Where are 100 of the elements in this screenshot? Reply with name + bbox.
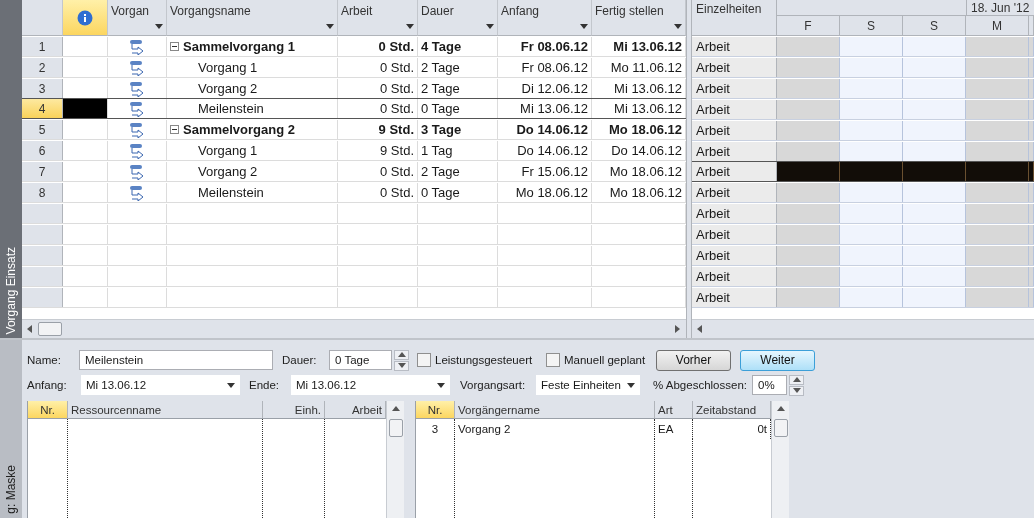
dropdown-caret-icon[interactable] (437, 382, 445, 388)
task-bar-arrow-icon (128, 163, 146, 180)
duration-column-header[interactable]: Dauer (418, 0, 498, 36)
scroll-thumb[interactable] (773, 419, 788, 437)
row-number[interactable]: 3 (22, 79, 63, 98)
task-bar-arrow-icon (128, 38, 146, 55)
horizontal-scrollbar[interactable] (22, 319, 686, 338)
details-cell: Arbeit (692, 79, 777, 98)
scroll-up-icon[interactable] (391, 405, 400, 413)
percent-spinner[interactable] (789, 375, 804, 395)
task-name-cell: Sammelvorgang 1 (167, 37, 338, 56)
vertical-scrollbar[interactable] (386, 401, 404, 518)
duration-cell: 0 Tage (418, 99, 498, 118)
collapse-icon[interactable] (170, 125, 179, 134)
duration-cell: 2 Tage (418, 162, 498, 181)
checkbox-label: Leistungsgesteuert (435, 354, 533, 366)
finish-column-header[interactable]: Fertig stellen (592, 0, 686, 36)
day-header (1029, 16, 1034, 36)
dropdown-caret-icon[interactable] (155, 24, 163, 29)
mode-column-header[interactable]: Vorgan (108, 0, 167, 36)
dropdown-caret-icon[interactable] (627, 382, 635, 388)
dropdown-caret-icon[interactable] (406, 24, 414, 29)
finish-date-dropdown[interactable]: Mi 13.06.12 (291, 375, 450, 395)
task-bar-arrow-icon (128, 100, 146, 117)
name-column-header[interactable]: Vorgangsname (167, 0, 338, 36)
task-name-cell: Vorgang 1 (167, 58, 338, 77)
details-cell: Arbeit (692, 246, 777, 265)
dropdown-caret-icon[interactable] (326, 24, 334, 29)
column-header: Nr. (416, 401, 455, 419)
row-number[interactable]: 8 (22, 183, 63, 202)
next-button[interactable]: Weiter (740, 349, 815, 371)
row-header[interactable] (22, 267, 63, 286)
table-cell: Vorgang 2 (455, 419, 655, 439)
start-label: Anfang: (27, 379, 68, 391)
previous-button[interactable]: Vorher (656, 349, 731, 371)
details-cell: Arbeit (692, 121, 777, 140)
details-cell: Arbeit (692, 58, 777, 77)
info-icon (77, 9, 93, 26)
start-column-header[interactable]: Anfang (498, 0, 592, 36)
details-cell: Arbeit (692, 37, 777, 56)
details-cell: Arbeit (692, 183, 777, 202)
dropdown-caret-icon[interactable] (580, 24, 588, 29)
collapse-icon[interactable] (170, 42, 179, 51)
row-header[interactable] (22, 288, 63, 307)
details-cell: Arbeit (692, 267, 777, 286)
row-number[interactable]: 5 (22, 120, 63, 139)
row-number[interactable]: 7 (22, 162, 63, 181)
scroll-thumb[interactable] (38, 322, 62, 336)
duration-cell: 2 Tage (418, 79, 498, 98)
row-header[interactable] (22, 225, 63, 244)
column-header: Zeitabstand (693, 401, 771, 419)
vertical-scrollbar[interactable] (771, 401, 789, 518)
start-date-cell: Di 12.06.12 (498, 79, 592, 98)
task-type-dropdown[interactable]: Feste Einheiten (536, 375, 640, 395)
task-name-cell: Vorgang 2 (167, 79, 338, 98)
task-name-cell: Sammelvorgang 2 (167, 120, 338, 139)
scroll-thumb[interactable] (388, 419, 403, 437)
work-cell: 0 Std. (338, 58, 418, 77)
day-header: F (777, 16, 840, 36)
dropdown-caret-icon[interactable] (674, 24, 682, 29)
row-number[interactable]: 6 (22, 141, 63, 160)
dropdown-caret-icon[interactable] (227, 382, 235, 388)
row-number[interactable]: 2 (22, 58, 63, 77)
scroll-left-icon[interactable] (26, 325, 34, 333)
column-header: Ressourcenname (68, 401, 263, 419)
checkbox[interactable] (417, 353, 431, 367)
scroll-right-icon[interactable] (674, 325, 682, 333)
duration-input[interactable]: 0 Tage (329, 350, 392, 370)
row-header[interactable] (22, 246, 63, 265)
column-header: Arbeit (325, 401, 386, 419)
row-number[interactable]: 4 (22, 99, 63, 118)
start-date-dropdown[interactable]: Mi 13.06.12 (81, 375, 240, 395)
details-cell: Arbeit (692, 142, 777, 161)
name-label: Name: (27, 354, 62, 366)
percent-complete-input[interactable]: 0% (752, 375, 787, 395)
checkbox[interactable] (546, 353, 560, 367)
task-bar-arrow-icon (128, 59, 146, 76)
spin-down-icon[interactable] (792, 387, 801, 395)
row-header[interactable] (22, 204, 63, 223)
column-header: Vorgängername (455, 401, 655, 419)
work-column-header[interactable]: Arbeit (338, 0, 418, 36)
scroll-up-icon[interactable] (776, 405, 785, 413)
table-cell: 3 (416, 419, 455, 439)
timescale-label: 18. Jun '12 (966, 0, 1034, 16)
spin-up-icon[interactable] (397, 351, 406, 359)
dropdown-caret-icon[interactable] (486, 24, 494, 29)
duration-cell: 0 Tage (418, 183, 498, 202)
task-name-cell: Vorgang 1 (167, 141, 338, 160)
day-header: M (966, 16, 1029, 36)
start-date-cell: Do 14.06.12 (498, 141, 592, 160)
duration-spinner[interactable] (394, 350, 409, 370)
spin-up-icon[interactable] (792, 376, 801, 384)
corner-header[interactable] (22, 0, 63, 36)
table-cell: EA (655, 419, 693, 439)
name-input[interactable]: Meilenstein (79, 350, 273, 370)
spin-down-icon[interactable] (397, 362, 406, 370)
row-number[interactable]: 1 (22, 37, 63, 56)
scroll-left-icon[interactable] (696, 325, 704, 333)
finish-label: Ende: (249, 379, 281, 391)
duration-cell: 2 Tage (418, 58, 498, 77)
